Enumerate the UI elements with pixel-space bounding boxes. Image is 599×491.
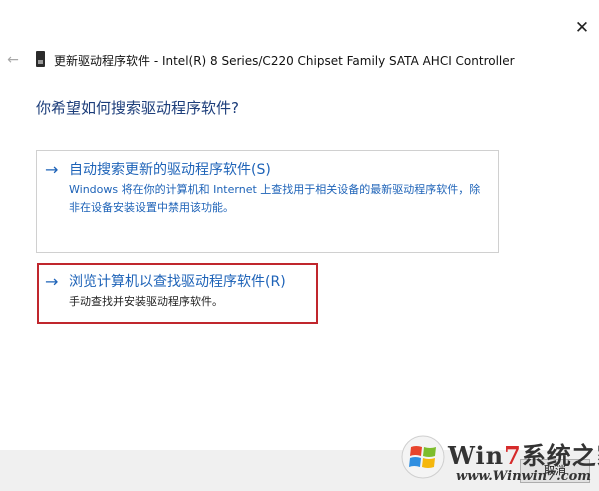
watermark-url: www.Winwin7.com	[456, 469, 592, 484]
option-auto-search[interactable]: → 自动搜索更新的驱动程序软件(S) Windows 将在你的计算机和 Inte…	[36, 150, 499, 253]
watermark: Win7系统之家 www.Winwin7.com	[400, 432, 599, 491]
device-icon	[36, 51, 45, 67]
watermark-brand: Win7系统之家	[448, 441, 599, 470]
highlight-box	[37, 263, 318, 324]
close-icon: ✕	[574, 18, 590, 38]
option-title: 自动搜索更新的驱动程序软件(S)	[69, 162, 271, 178]
window-title: 更新驱动程序软件 - Intel(R) 8 Series/C220 Chipse…	[54, 54, 515, 68]
arrow-right-icon: →	[45, 160, 59, 179]
back-button[interactable]: ←	[3, 50, 23, 70]
back-arrow-icon: ←	[7, 52, 19, 68]
windows-logo-icon	[401, 435, 445, 479]
option-description: Windows 将在你的计算机和 Internet 上查找用于相关设备的最新驱动…	[69, 183, 481, 214]
close-button[interactable]: ✕	[570, 16, 594, 40]
page-heading: 你希望如何搜索驱动程序软件?	[36, 99, 239, 117]
